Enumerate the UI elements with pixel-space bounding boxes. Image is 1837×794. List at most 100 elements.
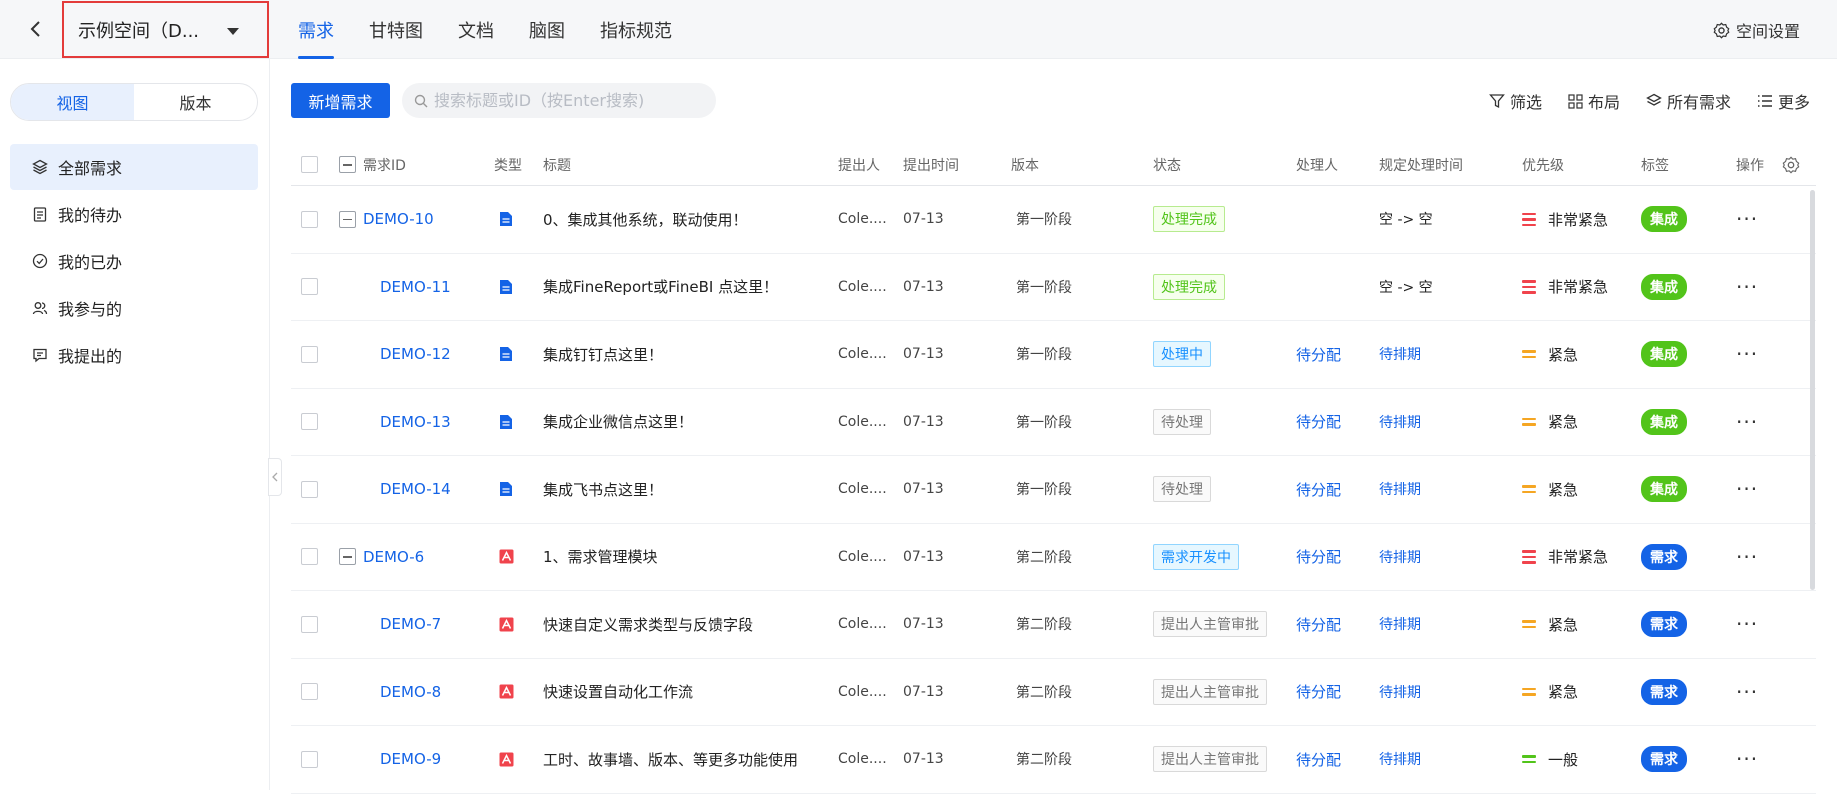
requirement-id-link[interactable]: DEMO-10 — [363, 186, 434, 253]
requirement-id-link[interactable]: DEMO-7 — [380, 591, 441, 658]
title-cell[interactable]: 快速设置自动化工作流 — [543, 659, 693, 726]
handler-cell[interactable]: 待分配 — [1296, 456, 1341, 523]
filter-button[interactable]: 筛选 — [1489, 89, 1542, 113]
segment-version[interactable]: 版本 — [134, 84, 257, 120]
table-row[interactable]: DEMO-8 快速设置自动化工作流 Cole.... 07-13 第二阶段 提出人主管审批… — [291, 659, 1816, 726]
title-cell[interactable]: 集成飞书点这里！ — [543, 456, 663, 523]
status-badge[interactable]: 处理中 — [1153, 341, 1211, 368]
status-badge[interactable]: 待处理 — [1153, 408, 1211, 435]
tag-pill[interactable]: 需求 — [1641, 746, 1687, 773]
row-checkbox[interactable] — [301, 548, 318, 566]
deadline-cell[interactable]: 待排期 — [1379, 726, 1421, 793]
tag-pill[interactable]: 集成 — [1641, 408, 1687, 435]
tab-metrics[interactable]: 指标规范 — [600, 0, 672, 59]
row-more-button[interactable]: ··· — [1736, 456, 1758, 523]
tag-pill[interactable]: 集成 — [1641, 206, 1687, 233]
row-more-button[interactable]: ··· — [1736, 659, 1758, 726]
row-more-button[interactable]: ··· — [1736, 389, 1758, 456]
handler-cell[interactable]: 待分配 — [1296, 726, 1341, 793]
all-requirements-button[interactable]: 所有需求 — [1646, 89, 1731, 113]
row-more-button[interactable]: ··· — [1736, 254, 1758, 321]
row-checkbox[interactable] — [301, 480, 318, 498]
more-button[interactable]: 更多 — [1757, 89, 1810, 113]
row-checkbox[interactable] — [301, 413, 318, 431]
requirement-id-link[interactable]: DEMO-9 — [380, 726, 441, 793]
sidebar-item-todo[interactable]: 我的待办 — [10, 191, 258, 237]
deadline-cell[interactable]: 待排期 — [1379, 659, 1421, 726]
table-row[interactable]: DEMO-7 快速自定义需求类型与反馈字段 Cole.... 07-13 第二阶段 提出人… — [291, 591, 1816, 659]
row-more-button[interactable]: ··· — [1736, 524, 1758, 591]
row-more-button[interactable]: ··· — [1736, 321, 1758, 388]
deadline-cell[interactable]: 待排期 — [1379, 591, 1421, 658]
row-checkbox[interactable] — [301, 683, 318, 701]
handler-cell[interactable]: 待分配 — [1296, 591, 1341, 658]
collapse-sidebar-handle[interactable] — [268, 458, 282, 496]
title-cell[interactable]: 快速自定义需求类型与反馈字段 — [543, 591, 753, 658]
table-row[interactable]: DEMO-14 集成飞书点这里！ Cole.... 07-13 第一阶段 待处理 待分配 待排… — [291, 456, 1816, 524]
status-badge[interactable]: 提出人主管审批 — [1153, 678, 1267, 705]
title-cell[interactable]: 集成钉钉点这里！ — [543, 321, 663, 388]
tag-pill[interactable]: 集成 — [1641, 273, 1687, 300]
deadline-cell[interactable]: 待排期 — [1379, 524, 1421, 591]
row-checkbox[interactable] — [301, 345, 318, 363]
table-row[interactable]: DEMO-12 集成钉钉点这里！ Cole.... 07-13 第一阶段 处理中 待分配 待排… — [291, 321, 1816, 389]
tag-pill[interactable]: 需求 — [1641, 543, 1687, 570]
status-badge[interactable]: 处理完成 — [1153, 273, 1225, 300]
title-cell[interactable]: 集成FineReport或FineBI 点这里！ — [543, 254, 778, 321]
title-cell[interactable]: 工时、故事墙、版本、等更多功能使用 — [543, 726, 798, 793]
row-checkbox[interactable] — [301, 615, 318, 633]
table-row[interactable]: DEMO-10 0、集成其他系统，联动使用！ Cole.... 07-13 第一阶段 处理… — [291, 186, 1816, 254]
select-all-checkbox[interactable] — [301, 156, 318, 173]
status-badge[interactable]: 提出人主管审批 — [1153, 746, 1267, 773]
handler-cell[interactable]: 待分配 — [1296, 389, 1341, 456]
title-cell[interactable]: 1、需求管理模块 — [543, 524, 658, 591]
handler-cell[interactable]: 待分配 — [1296, 321, 1341, 388]
layout-button[interactable]: 布局 — [1568, 89, 1620, 113]
deadline-cell[interactable]: 待排期 — [1379, 389, 1421, 456]
requirement-id-link[interactable]: DEMO-8 — [380, 659, 441, 726]
tab-requirements[interactable]: 需求 — [298, 0, 334, 59]
sidebar-item-participated[interactable]: 我参与的 — [10, 285, 258, 331]
requirement-id-link[interactable]: DEMO-6 — [363, 524, 424, 591]
sidebar-item-all[interactable]: 全部需求 — [10, 144, 258, 190]
title-cell[interactable]: 0、集成其他系统，联动使用！ — [543, 186, 748, 253]
tag-pill[interactable]: 集成 — [1641, 341, 1687, 368]
deadline-cell[interactable]: 待排期 — [1379, 456, 1421, 523]
row-more-button[interactable]: ··· — [1736, 726, 1758, 793]
sidebar-item-proposed[interactable]: 我提出的 — [10, 332, 258, 378]
row-checkbox[interactable] — [301, 750, 318, 768]
requirement-id-link[interactable]: DEMO-11 — [380, 254, 451, 321]
row-more-button[interactable]: ··· — [1736, 186, 1758, 253]
handler-cell[interactable]: 待分配 — [1296, 659, 1341, 726]
search-input[interactable] — [434, 91, 704, 110]
add-requirement-button[interactable]: 新增需求 — [291, 83, 390, 118]
deadline-cell[interactable]: 待排期 — [1379, 321, 1421, 388]
collapse-row-icon[interactable] — [339, 548, 356, 566]
sidebar-item-done[interactable]: 我的已办 — [10, 238, 258, 284]
table-row[interactable]: DEMO-13 集成企业微信点这里！ Cole.... 07-13 第一阶段 待处理 待分配… — [291, 389, 1816, 456]
handler-cell[interactable]: 待分配 — [1296, 524, 1341, 591]
row-more-button[interactable]: ··· — [1736, 591, 1758, 658]
status-badge[interactable]: 处理完成 — [1153, 206, 1225, 233]
requirement-id-link[interactable]: DEMO-13 — [380, 389, 451, 456]
status-badge[interactable]: 需求开发中 — [1153, 543, 1239, 570]
space-settings-button[interactable]: 空间设置 — [1713, 18, 1800, 42]
tab-docs[interactable]: 文档 — [458, 0, 494, 59]
segment-view[interactable]: 视图 — [11, 84, 134, 120]
status-badge[interactable]: 待处理 — [1153, 476, 1211, 503]
status-badge[interactable]: 提出人主管审批 — [1153, 611, 1267, 638]
tag-pill[interactable]: 需求 — [1641, 611, 1687, 638]
requirement-id-link[interactable]: DEMO-14 — [380, 456, 451, 523]
tag-pill[interactable]: 集成 — [1641, 476, 1687, 503]
back-icon[interactable] — [22, 14, 48, 44]
table-row[interactable]: DEMO-11 集成FineReport或FineBI 点这里！ Cole.... 0… — [291, 254, 1816, 321]
collapse-all-icon[interactable] — [339, 156, 356, 173]
tab-mindmap[interactable]: 脑图 — [529, 0, 565, 59]
tab-gantt[interactable]: 甘特图 — [369, 0, 423, 59]
column-settings-icon[interactable] — [1782, 144, 1800, 185]
table-row[interactable]: DEMO-9 工时、故事墙、版本、等更多功能使用 Cole.... 07-13 第二阶段… — [291, 726, 1816, 794]
space-selector[interactable]: 示例空间（D... — [62, 1, 269, 58]
row-checkbox[interactable] — [301, 210, 318, 228]
requirement-id-link[interactable]: DEMO-12 — [380, 321, 451, 388]
tag-pill[interactable]: 需求 — [1641, 678, 1687, 705]
